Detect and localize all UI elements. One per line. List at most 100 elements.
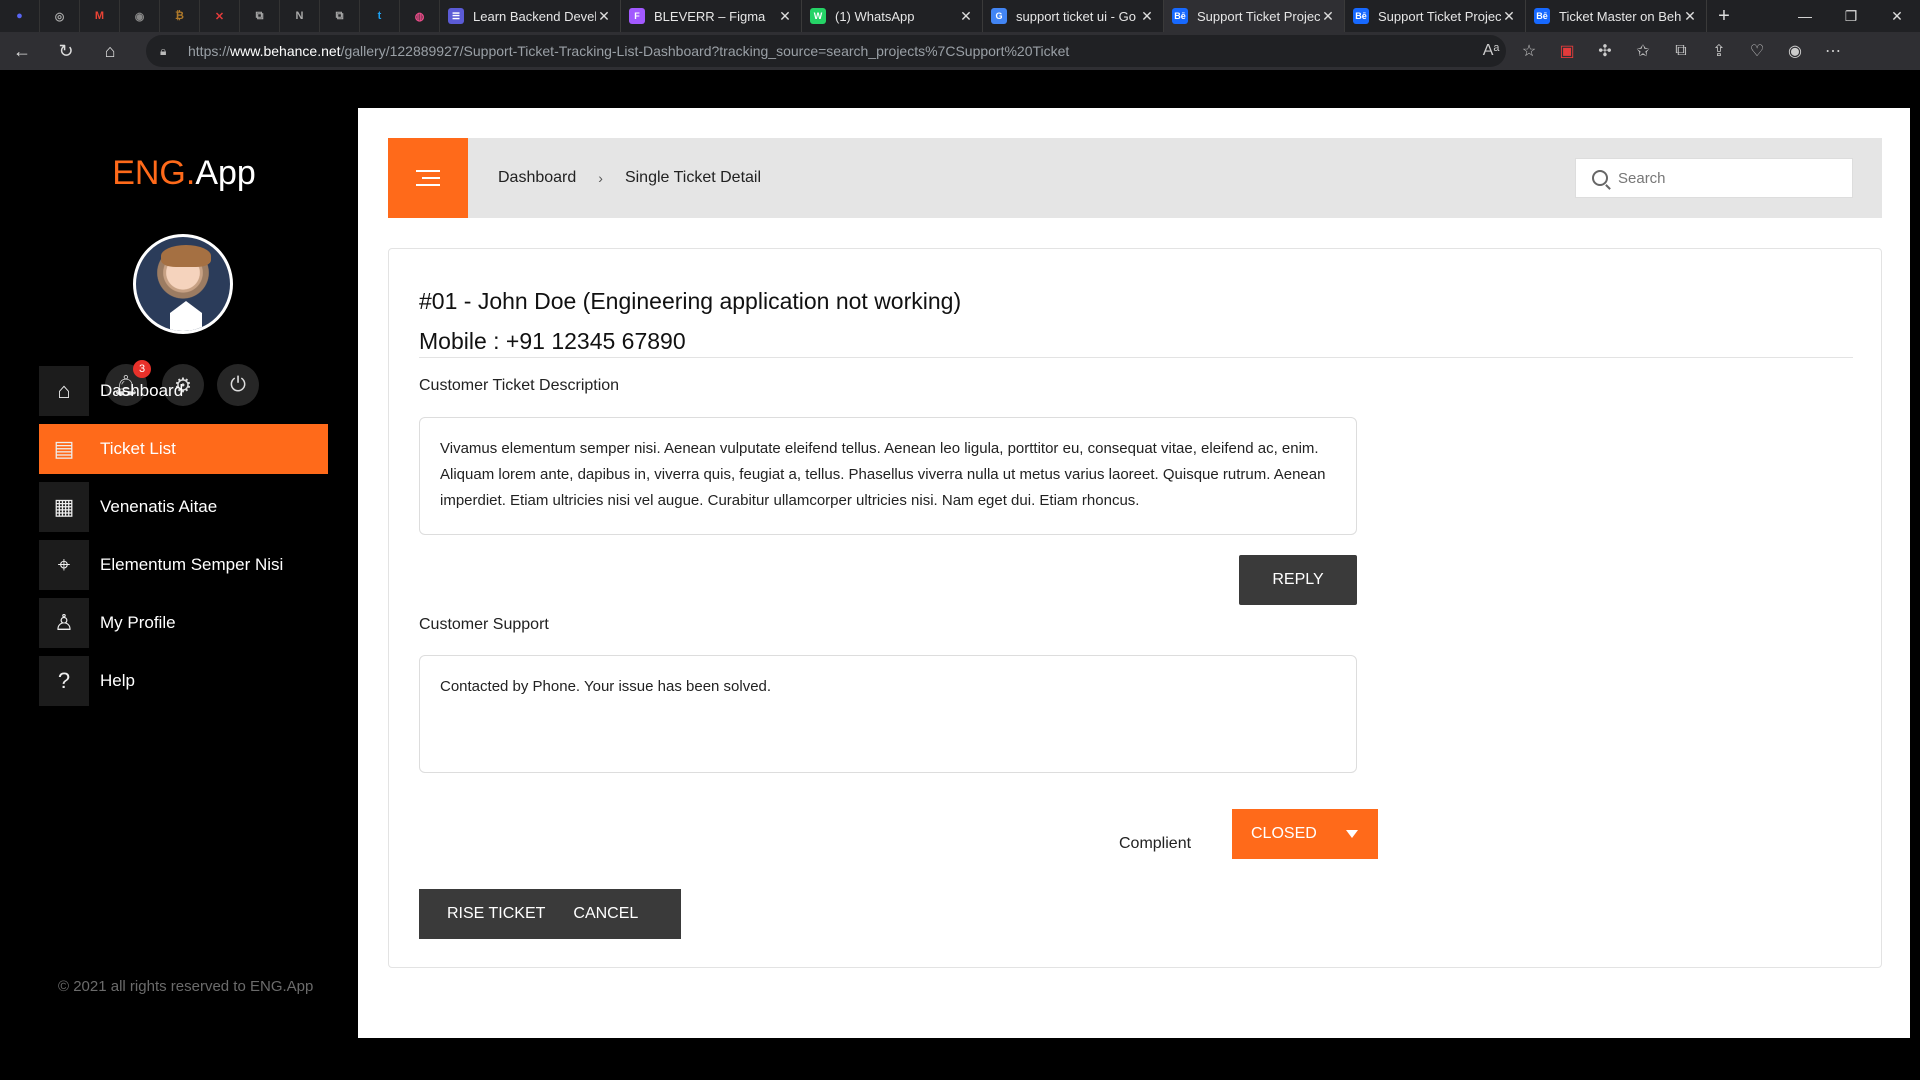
breadcrumb-current: Single Ticket Detail <box>624 169 762 186</box>
refresh-icon[interactable]: ↻ <box>44 32 88 70</box>
extension-off-icon[interactable]: ▣ <box>1548 32 1586 70</box>
pinned-tab[interactable]: ₿ <box>160 0 200 32</box>
pinned-tab[interactable]: ◎ <box>40 0 80 32</box>
ticket-title: #01 - John Doe (Engineering application … <box>419 288 962 314</box>
search-icon <box>1592 170 1608 186</box>
tab-favicon-icon: Bē <box>1172 8 1188 24</box>
browser-tab[interactable]: F BLEVERR – Figma ✕ <box>621 0 802 32</box>
browser-essentials-icon[interactable]: ♡ <box>1738 32 1776 70</box>
back-icon[interactable]: ← <box>0 32 44 70</box>
sidebar-item-label: Help <box>100 671 135 690</box>
sidebar-item-help[interactable]: ? Help <box>39 656 328 706</box>
pinned-tab[interactable]: N <box>280 0 320 32</box>
chevron-right-icon: › <box>598 170 603 186</box>
tab-title: support ticket ui - Go <box>1016 8 1136 24</box>
location-pin-icon: ⌖ <box>39 540 89 590</box>
browser-tab[interactable]: ☰ Learn Backend Develc ✕ <box>440 0 621 32</box>
sidebar-item-label: My Profile <box>100 613 176 632</box>
minimize-icon[interactable]: — <box>1782 0 1828 32</box>
status-dropdown[interactable]: CLOSED <box>1232 809 1378 859</box>
user-avatar[interactable] <box>133 234 233 334</box>
address-bar[interactable]: 🔒︎ https://www.behance.net/gallery/12288… <box>146 35 1506 67</box>
pinned-tab[interactable]: ⧉ <box>240 0 280 32</box>
sidebar-item-my-profile[interactable]: ♙ My Profile <box>39 598 328 648</box>
app-logo: ENG.App <box>112 154 256 192</box>
search-box[interactable] <box>1575 158 1853 198</box>
browser-tab[interactable]: W (1) WhatsApp ✕ <box>802 0 983 32</box>
pinned-tab[interactable]: t <box>360 0 400 32</box>
restore-icon[interactable]: ❐ <box>1828 0 1874 32</box>
share-icon[interactable]: ⇪ <box>1700 32 1738 70</box>
ticket-card: #01 - John Doe (Engineering application … <box>388 248 1882 968</box>
sidebar-item-label: Elementum Semper Nisi <box>100 555 284 574</box>
tab-favicon-icon: ☰ <box>448 8 464 24</box>
profile-avatar-icon[interactable]: ◉ <box>1776 32 1814 70</box>
extensions-icon[interactable]: ✣ <box>1586 32 1624 70</box>
tab-close-icon[interactable]: ✕ <box>777 8 793 25</box>
browser-tab[interactable]: Bē Support Ticket Projec ✕ <box>1164 0 1345 32</box>
help-icon: ? <box>39 656 89 706</box>
sidebar-item-dashboard[interactable]: ⌂ Dashboard <box>39 366 328 416</box>
sidebar-item-venenatis-aitae[interactable]: ▦ Venenatis Aitae <box>39 482 328 532</box>
dribbble-icon: ◍ <box>414 10 425 23</box>
tab-title: BLEVERR – Figma <box>654 8 766 24</box>
pinned-tab[interactable]: ● <box>0 0 40 32</box>
browser-tab[interactable]: Bē Ticket Master on Beh ✕ <box>1526 0 1707 32</box>
document-icon: ▤ <box>53 436 75 461</box>
reply-button[interactable]: REPLY <box>1239 555 1357 605</box>
support-label: Customer Support <box>419 616 549 633</box>
tab-close-icon[interactable]: ✕ <box>596 8 612 25</box>
search-input[interactable] <box>1618 169 1818 187</box>
ticket-mobile: Mobile : +91 12345 67890 <box>419 328 686 354</box>
tab-favicon-icon: F <box>629 8 645 24</box>
home-browser-icon[interactable]: ⌂ <box>88 32 132 70</box>
app-icon: ◉ <box>134 10 145 23</box>
tab-close-icon[interactable]: ✕ <box>1139 8 1155 25</box>
caret-down-icon <box>1346 830 1358 838</box>
more-options-icon[interactable]: ⋯ <box>1814 32 1852 70</box>
browser-tab[interactable]: Gsupport ticket ui - Go ✕ <box>983 0 1164 32</box>
link-icon: ⧉ <box>255 9 264 22</box>
pinned-tab[interactable]: ◍ <box>400 0 440 32</box>
support-textarea[interactable]: Contacted by Phone. Your issue has been … <box>419 655 1357 773</box>
tab-close-icon[interactable]: ✕ <box>1320 8 1336 25</box>
sidebar-item-elementum-semper-nisi[interactable]: ⌖ Elementum Semper Nisi <box>39 540 328 590</box>
favorites-icon[interactable]: ✩ <box>1624 32 1662 70</box>
pinned-tab[interactable]: ⧉ <box>320 0 360 32</box>
tab-favicon-icon: G <box>991 8 1007 24</box>
github-icon: ◎ <box>54 10 65 23</box>
tab-close-icon[interactable]: ✕ <box>1682 8 1698 25</box>
breadcrumb: Dashboard › Single Ticket Detail <box>498 169 761 187</box>
link-icon: ⧉ <box>335 9 344 22</box>
tab-title: Support Ticket Projec <box>1378 8 1501 24</box>
gmail-icon: M <box>94 10 105 22</box>
url-prefix: https:// <box>188 43 231 59</box>
read-aloud-icon[interactable]: Aᵃ <box>1472 32 1510 70</box>
tab-title: Ticket Master on Beh <box>1559 8 1682 24</box>
sidebar-item-ticket-list[interactable]: ▤ Ticket List <box>39 424 328 474</box>
url-path: /gallery/122889927/Support-Ticket-Tracki… <box>340 43 1070 59</box>
menu-toggle-button[interactable] <box>388 138 468 218</box>
rise-ticket-button[interactable]: RISE TICKET <box>419 905 545 923</box>
browser-tab[interactable]: Bē Support Ticket Projec ✕ <box>1345 0 1526 32</box>
cancel-button[interactable]: CANCEL <box>545 905 638 923</box>
user-icon: ♙ <box>39 598 89 648</box>
description-textarea[interactable]: Vivamus elementum semper nisi. Aenean vu… <box>419 417 1357 535</box>
close-window-icon[interactable]: ✕ <box>1874 0 1920 32</box>
collections-icon[interactable]: ⧉ <box>1662 32 1700 70</box>
tab-close-icon[interactable]: ✕ <box>958 8 974 25</box>
discord-icon: ● <box>16 10 23 22</box>
sidebar: ENG.App 🔔︎ 3 ⚙ ⏻ ⌂ Dashboard ▤ Ticket List ▦… <box>0 70 358 1080</box>
footer-copyright: © 2021 all rights reserved to ENG.App <box>58 978 314 995</box>
pinned-tab[interactable]: ✕ <box>200 0 240 32</box>
breadcrumb-dashboard-link[interactable]: Dashboard <box>498 169 576 187</box>
status-value: CLOSED <box>1251 825 1317 842</box>
favorite-star-icon[interactable]: ☆ <box>1510 32 1548 70</box>
pinned-tab[interactable]: M <box>80 0 120 32</box>
status-label: Complient <box>1119 835 1192 852</box>
new-tab-button[interactable]: + <box>1707 5 1741 28</box>
tab-close-icon[interactable]: ✕ <box>1501 8 1517 25</box>
lock-icon: 🔒︎ <box>160 43 167 58</box>
pinned-tab[interactable]: ◉ <box>120 0 160 32</box>
tab-favicon-icon: Bē <box>1353 8 1369 24</box>
